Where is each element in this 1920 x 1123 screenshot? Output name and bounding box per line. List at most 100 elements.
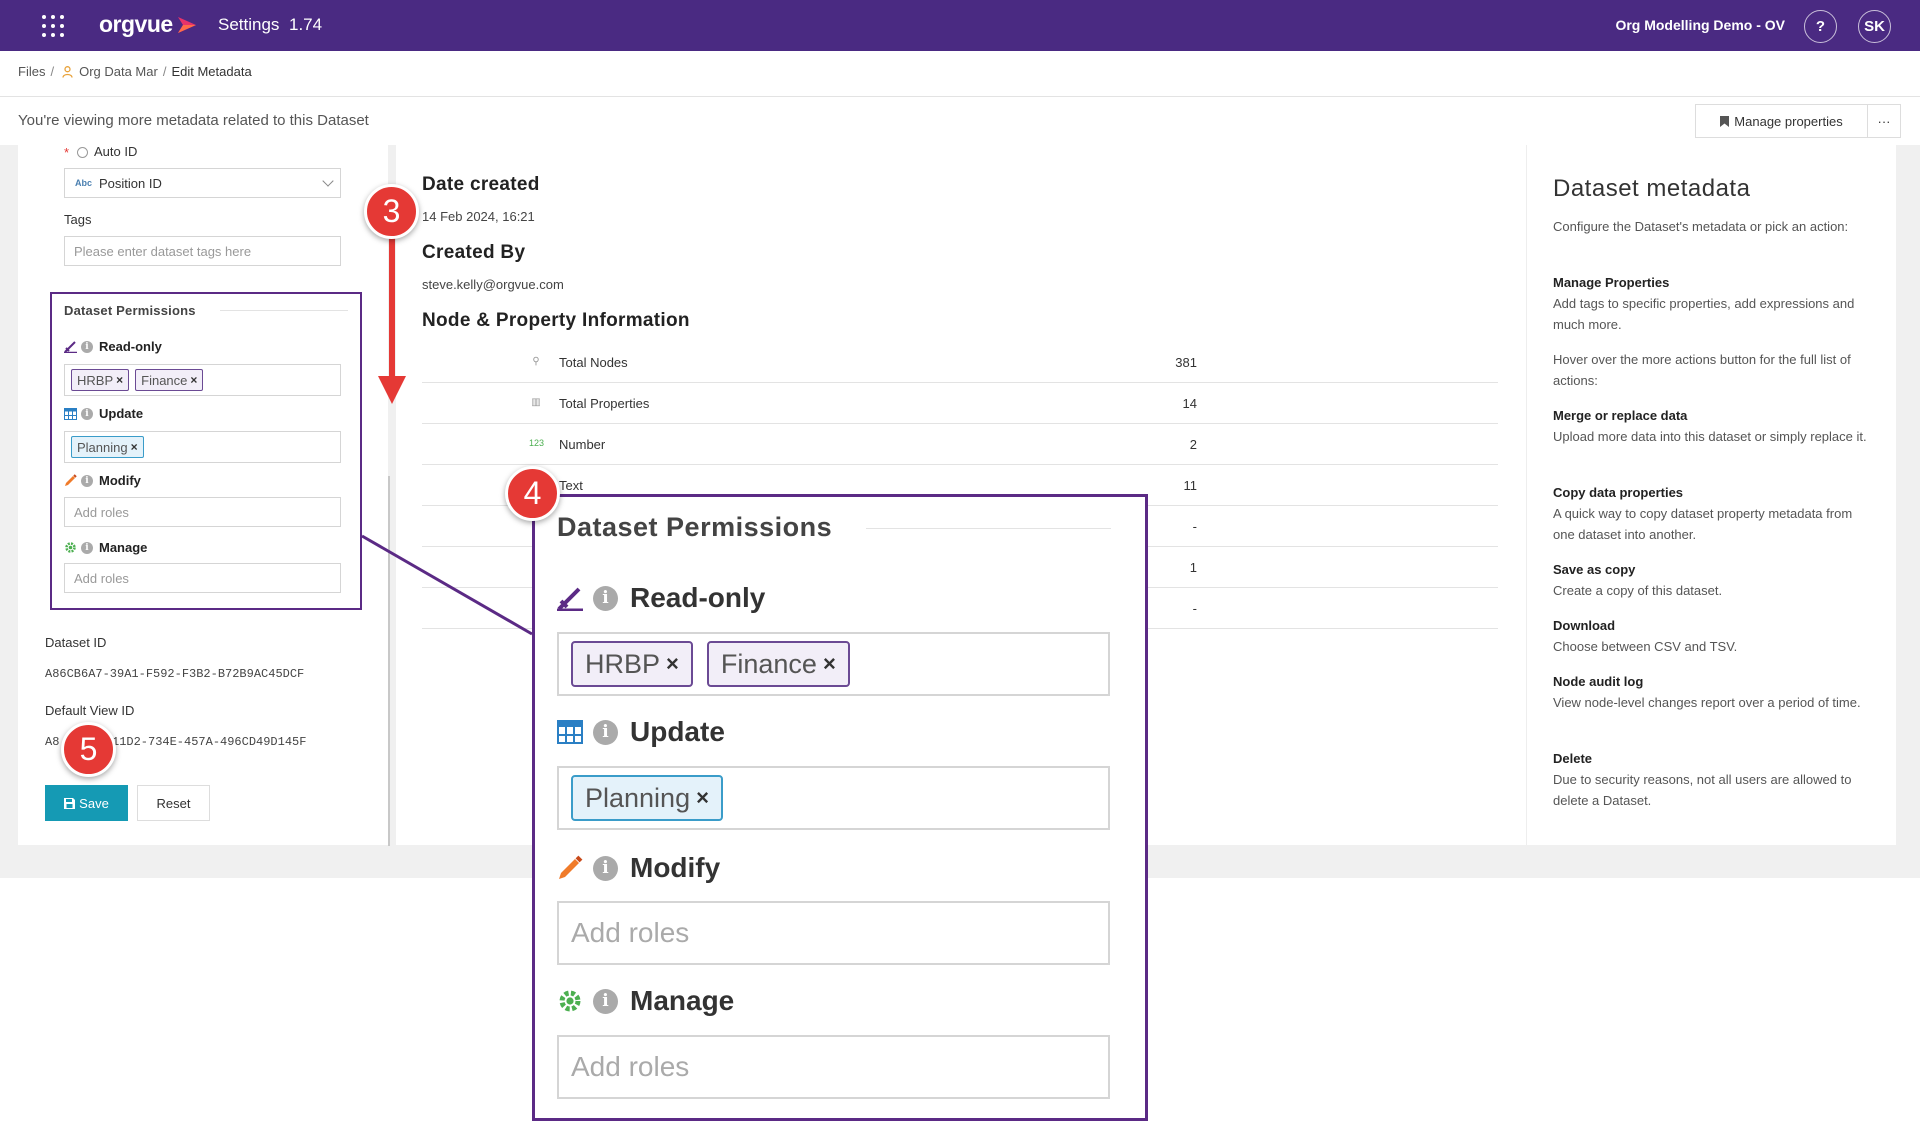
reset-label: Reset [156,795,191,811]
row-value: 2 [1189,437,1197,452]
node-icon: ⚲ [532,356,540,367]
left-panel-scrollbar[interactable] [388,476,390,846]
manage-properties-heading: Manage Properties [1553,275,1670,290]
orgvue-logo[interactable]: orgvue [99,11,198,38]
required-star: * [64,145,70,160]
role-tag-planning: Planning × [71,436,144,458]
table-row: ⚲ Total Nodes 381 [422,342,1498,383]
remove-tag-icon[interactable]: × [823,651,836,677]
zoom-modify-placeholder: Add roles [571,917,690,948]
dataset-metadata-title: Dataset metadata [1553,175,1751,202]
zoom-read-only-row: i Read-only [557,582,765,614]
tags-label: Tags [64,212,92,227]
remove-tag-icon[interactable]: × [190,373,197,387]
info-icon[interactable]: i [81,541,93,554]
remove-tag-icon[interactable]: × [666,651,679,677]
zoom-read-only-roles-input[interactable]: HRBP × Finance × [557,632,1110,696]
id-property-select[interactable]: Abc Position ID [64,168,341,198]
role-tag-hrbp: HRBP × [71,369,130,391]
help-button[interactable]: ? [1804,10,1837,43]
copy-text: A quick way to copy dataset property met… [1553,506,1853,542]
row-value: 1 [1189,560,1197,575]
role-tag-label: Planning [585,782,691,813]
info-icon[interactable]: i [81,407,93,420]
gear-icon [65,542,76,553]
remove-tag-icon[interactable]: × [116,373,123,387]
manage-row: i Manage [64,540,147,555]
breadcrumb-divider [0,96,1920,97]
reset-button[interactable]: Reset [137,785,210,821]
auto-id-radio[interactable] [77,147,88,158]
read-only-icon [557,587,583,611]
role-tag-label: Finance [720,648,817,679]
manage-label: Manage [99,540,148,555]
remove-tag-icon[interactable]: × [131,440,138,454]
tags-placeholder: Please enter dataset tags here [74,243,252,259]
row-label: Text [559,478,583,493]
info-icon[interactable]: i [593,988,618,1014]
role-tag-label: HRBP [77,372,114,388]
app-title: Settings [218,15,280,34]
zoom-update-row: i Update [557,716,725,748]
dataset-id-value: A86CB6A7-39A1-F592-F3B2-B72B9AC45DCF [45,667,305,681]
columns-icon: ▥ [531,397,541,408]
delete-text: Due to security reasons, not all users a… [1553,772,1852,808]
table-row: 123 Number 2 [422,424,1498,465]
role-tag-label: Planning [77,439,128,455]
breadcrumb-dataset[interactable]: Org Data Mar [79,64,158,79]
zoom-permissions-divider [866,528,1111,529]
tags-input[interactable]: Please enter dataset tags here [64,236,341,266]
user-avatar[interactable]: SK [1858,10,1891,43]
zoom-update-roles-input[interactable]: Planning × [557,766,1110,830]
remove-tag-icon[interactable]: × [696,785,709,811]
pencil-icon [559,855,583,879]
step-5-badge: 5 [61,722,116,777]
zoom-manage-placeholder: Add roles [571,1051,690,1082]
manage-properties-label: Manage properties [1734,113,1843,129]
info-message: You're viewing more metadata related to … [18,112,369,129]
info-icon[interactable]: i [593,719,618,745]
number-type-icon: 123 [529,438,545,448]
org-name[interactable]: Org Modelling Demo - OV [1615,17,1785,33]
app-root: orgvue Settings 1.74 Org Modelling Demo … [0,0,1920,1123]
update-roles-input[interactable]: Planning × [64,431,341,463]
breadcrumb-files[interactable]: Files [18,64,45,79]
role-tag-hrbp: HRBP × [571,641,693,687]
created-by-heading: Created By [422,242,526,263]
row-label: Number [559,437,606,452]
row-label: Total Properties [559,396,650,411]
zoom-manage-label: Manage [630,985,735,1016]
info-icon[interactable]: i [81,474,93,487]
more-actions-button[interactable]: ··· [1867,104,1901,138]
breadcrumb-separator: / [50,64,55,79]
zoom-modify-label: Modify [630,852,721,883]
zoom-modify-roles-input[interactable]: Add roles [557,901,1110,965]
row-value: 11 [1183,478,1198,493]
default-view-id-label: Default View ID [45,703,135,718]
gear-icon [559,990,581,1012]
step-3-badge: 3 [364,184,419,239]
top-bar: orgvue Settings 1.74 Org Modelling Demo … [0,0,1920,51]
zoom-manage-roles-input[interactable]: Add roles [557,1035,1110,1099]
modify-row: i Modify [64,473,141,488]
manage-properties-button[interactable]: Manage properties [1695,104,1868,138]
zoom-update-label: Update [630,716,725,747]
save-button[interactable]: Save [45,785,128,821]
app-grid-icon[interactable] [42,15,64,37]
save-copy-heading: Save as copy [1553,562,1636,577]
modify-placeholder: Add roles [74,504,129,520]
intro-text: Configure the Dataset's metadata or pick… [1553,219,1849,234]
logo-mark-icon [177,16,196,33]
read-only-roles-input[interactable]: HRBP × Finance × [64,364,341,396]
info-icon[interactable]: i [81,340,93,353]
download-text: Choose between CSV and TSV. [1553,639,1738,654]
zoom-manage-row: i Manage [557,985,734,1017]
audit-text: View node-level changes report over a pe… [1553,695,1861,710]
node-info-heading: Node & Property Information [422,310,690,331]
logo-text: orgvue [99,11,173,37]
modify-roles-input[interactable]: Add roles [64,497,341,527]
audit-heading: Node audit log [1553,674,1644,689]
info-icon[interactable]: i [593,585,618,611]
info-icon[interactable]: i [593,855,618,881]
manage-roles-input[interactable]: Add roles [64,563,341,593]
